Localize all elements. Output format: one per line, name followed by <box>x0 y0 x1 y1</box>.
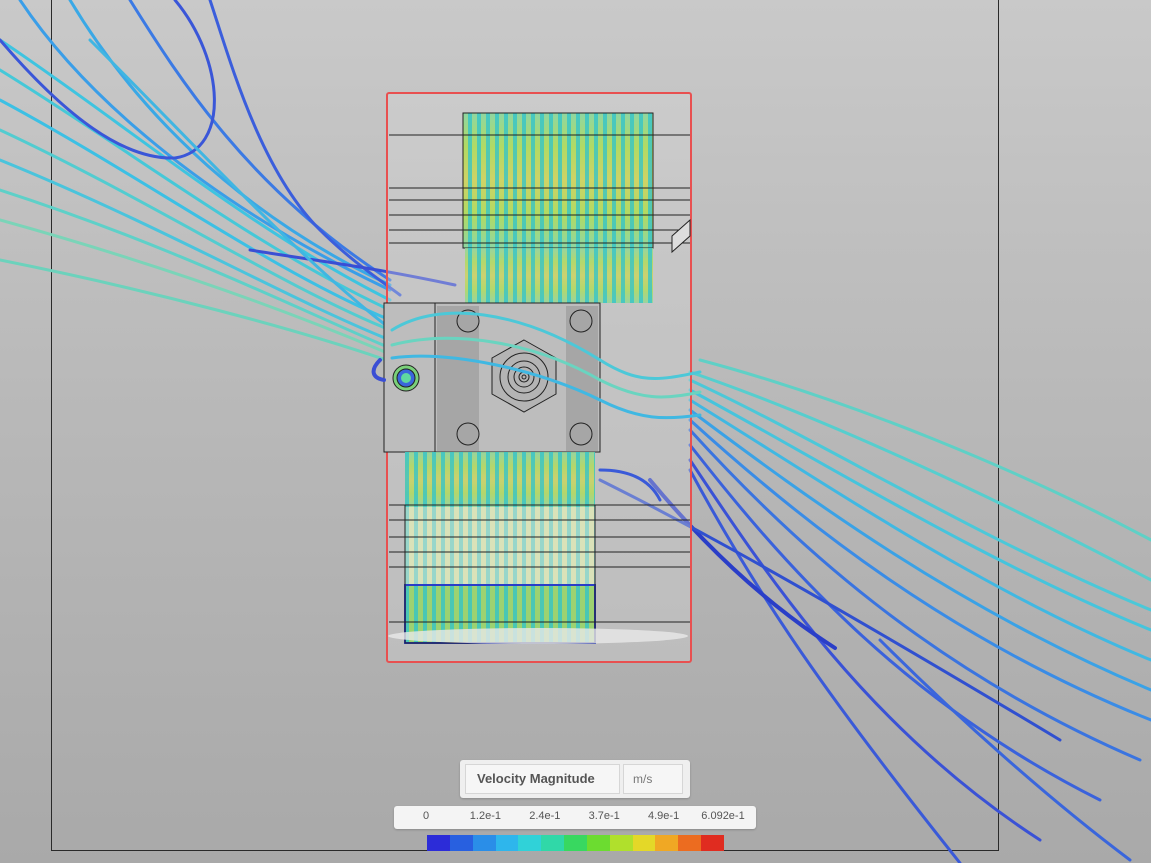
legend-tick-label: 2.4e-1 <box>529 810 561 822</box>
legend-tick-label: 0 <box>422 810 430 822</box>
color-bar-segment <box>701 835 725 851</box>
legend-tick-label: 4.9e-1 <box>647 810 680 822</box>
legend-tick-label: 1.2e-1 <box>469 810 501 822</box>
scene-geometry <box>0 0 1151 863</box>
color-bar-segment <box>472 835 497 851</box>
legend-title-panel: Velocity Magnitude m/s <box>460 760 690 798</box>
color-bar-segment <box>655 835 679 851</box>
color-bar-segment <box>541 835 565 851</box>
color-bar-segment <box>586 835 611 851</box>
center-block <box>383 302 601 453</box>
legend-tick-label: 6.092e-1 <box>701 810 745 822</box>
color-bar-segment <box>678 835 702 851</box>
legend-tick-label: 3.7e-1 <box>588 810 620 822</box>
color-bar-segment <box>518 835 542 851</box>
legend-unit[interactable]: m/s <box>623 764 683 794</box>
color-bar-segment <box>564 835 588 851</box>
color-bar-segment <box>495 835 519 851</box>
color-bar-segment <box>427 835 451 851</box>
legend-title: Velocity Magnitude <box>465 764 620 794</box>
color-bar <box>427 835 725 851</box>
color-bar-segment <box>632 835 656 851</box>
color-bar-segment <box>449 835 474 851</box>
legend-scale-panel: 0 1.2e-1 2.4e-1 3.7e-1 4.9e-1 6.092e-1 <box>394 806 756 829</box>
3d-viewport[interactable]: Velocity Magnitude m/s 0 1.2e-1 2.4e-1 3.7e… <box>0 0 1151 863</box>
color-bar-segment <box>609 835 634 851</box>
